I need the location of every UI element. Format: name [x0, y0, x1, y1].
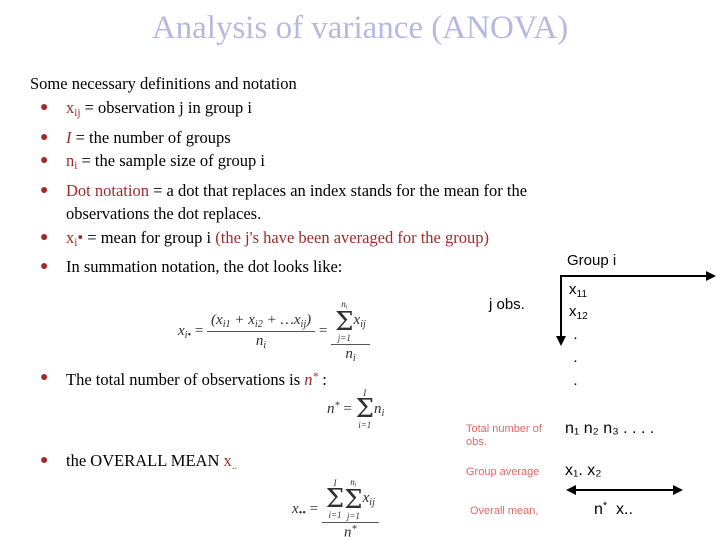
sum-body: xij [353, 312, 366, 331]
symbol-dot-notation: Dot notation [66, 180, 149, 200]
eq-denominator-2: ni [345, 345, 356, 364]
overall-mean-block: ● the OVERALL MEAN x.. [30, 449, 330, 479]
list-item-text-line2: observations the dot replaces. [66, 204, 262, 224]
equation-group-mean: xi• = (xi1 + xi2 + …xij) ni = ni Σ j=1 x… [178, 300, 370, 364]
list-item-text: the OVERALL MEAN [66, 451, 224, 470]
bullet-dot-icon: ● [40, 259, 49, 275]
symbol-n-i: ni [66, 151, 78, 173]
eq-denominator: n* [344, 523, 357, 541]
bullet-dot-icon: ● [40, 229, 49, 245]
obs-axis-arrow-line [560, 275, 562, 340]
ellipsis-dot: · [573, 329, 578, 346]
list-item-text: The total number of observations is [66, 370, 305, 390]
list-item-text: = the number of groups [71, 127, 231, 147]
definitions-block: Some necessary definitions and notation … [30, 72, 630, 279]
group-axis-label: Group i [567, 252, 617, 269]
sum-body: xij [362, 490, 375, 509]
eq-numerator: (xi1 + xi2 + …xij) [207, 312, 316, 333]
sum-lower-limit: j=1 [337, 332, 351, 343]
bullet-dot-icon: ● [40, 100, 49, 115]
eq-equals-1: = [194, 323, 204, 340]
total-observations-block: ● The total number of observations is n*… [30, 366, 500, 392]
summation-symbol: I Σ i=1 [356, 389, 374, 430]
list-item-text: = mean for group i [83, 227, 216, 247]
equation-total-n: n* = I Σ i=1 ni [327, 389, 384, 430]
symbol-n-star: n* [304, 370, 319, 390]
eq-denominator: ni [255, 333, 267, 352]
obs-axis-label: j obs. [489, 296, 525, 313]
bullet-dot-icon: ● [40, 153, 49, 169]
list-item-text: = the sample size of group i [77, 151, 265, 171]
eq-equals: = [343, 400, 352, 417]
sigma-glyph: Σ [355, 394, 374, 424]
summation-symbol-outer: I Σ i=1 [325, 478, 345, 520]
symbol-x-i-dot: xi• [66, 227, 84, 249]
legend-label-group-average: Group average [466, 466, 540, 478]
legend-value-overall-mean: n* x.. [594, 500, 633, 518]
obs-axis-arrow-head-icon [556, 336, 566, 346]
bullet-dot-icon: ● [40, 370, 49, 385]
bullet-dot-icon: ● [40, 129, 49, 145]
summation-symbol-inner: ni Σ j=1 [344, 478, 362, 521]
eq-fraction-sigma: ni Σ j=1 xij ni [331, 300, 370, 364]
lead-line: Some necessary definitions and notation [30, 74, 297, 93]
sum-lower-limit: i=1 [328, 509, 342, 520]
legend-label-total-obs: Total number of obs. [466, 423, 542, 448]
eq-numerator: I Σ i=1 ni Σ j=1 xij [321, 478, 379, 523]
bullet-dot-icon: ● [40, 182, 49, 198]
legend-span-arrow-line [575, 489, 675, 491]
list-item: ● In summation notation, the dot looks l… [30, 255, 630, 279]
ellipsis-dot: · [573, 375, 578, 392]
list-item: ● xij = observation j in group i [30, 96, 630, 126]
ellipsis-dot: · [573, 352, 578, 369]
list-item: ● The total number of observations is n*… [30, 366, 500, 392]
legend-value-total-obs: n₁ n₂ n₃ . . . . [565, 420, 655, 437]
legend-value-group-average: x₁. x₂ [565, 462, 602, 479]
group-axis-arrow-line [560, 275, 710, 277]
symbol-x-ij: xij [66, 98, 81, 120]
summation-symbol: ni Σ j=1 [335, 300, 353, 343]
eq-fraction-expanded: (xi1 + xi2 + …xij) ni [207, 312, 316, 352]
page-title: Analysis of variance (ANOVA) [151, 10, 569, 46]
legend-span-arrow-head-left-icon [566, 485, 576, 495]
sigma-glyph: Σ [335, 306, 354, 337]
list-item: ● xi• = mean for group i (the j's have b… [30, 226, 630, 256]
eq-numerator-sigma: ni Σ j=1 xij [331, 300, 370, 345]
matrix-cell: x11 [569, 281, 588, 300]
eq-lhs: xi• [178, 323, 192, 342]
bullet-dot-icon: ● [40, 453, 49, 468]
list-item: ● ni = the sample size of group i [30, 149, 630, 179]
matrix-cell: x12 [569, 303, 588, 322]
sum-lower-limit: j=1 [346, 510, 360, 521]
legend-span-arrow-head-right-icon [673, 485, 683, 495]
eq-lhs: x•• [292, 501, 306, 519]
list-item-text-after: : [318, 370, 327, 390]
group-axis-arrow-head-icon [706, 271, 716, 281]
list-item-text: In summation notation, the dot looks lik… [66, 257, 343, 277]
list-item: ● Dot notation = a dot that replaces an … [30, 179, 630, 226]
eq-equals: = [309, 501, 319, 518]
list-item-text: = a dot that replaces an index stands fo… [148, 180, 528, 200]
list-item-text: = observation j in group i [80, 98, 253, 117]
legend-label-overall-mean: Overall mean, [470, 505, 539, 517]
sigma-glyph: Σ [325, 483, 345, 514]
equation-overall-mean: x•• = I Σ i=1 ni Σ j=1 xij n* [292, 478, 379, 541]
symbol-x-dotdot: x.. [223, 451, 238, 473]
eq-equals-2: = [318, 323, 328, 340]
eq-fraction: I Σ i=1 ni Σ j=1 xij n* [321, 478, 379, 541]
eq-lhs: n* [327, 400, 340, 417]
sum-lower-limit: i=1 [358, 419, 372, 430]
sigma-glyph: Σ [344, 484, 363, 515]
list-item-red-tail: (the j's have been averaged for the grou… [215, 227, 489, 247]
sum-body: ni [373, 400, 385, 419]
list-item: ● I = the number of groups [30, 126, 630, 150]
list-item: ● the OVERALL MEAN x.. [30, 449, 330, 479]
